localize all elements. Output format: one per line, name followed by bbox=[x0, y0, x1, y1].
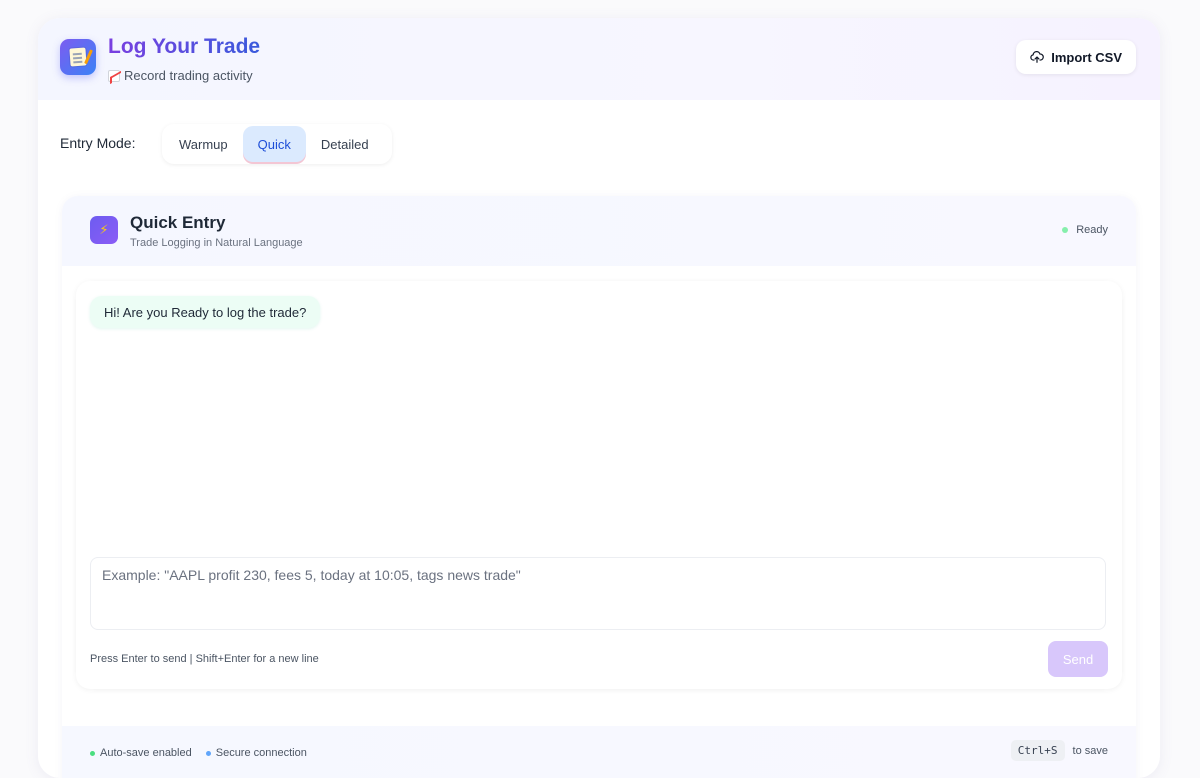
card-header: Log Your Trade Record trading activity I… bbox=[38, 18, 1160, 100]
shortcut-key: Ctrl+S bbox=[1010, 740, 1065, 761]
cloud-upload-icon bbox=[1030, 50, 1045, 63]
page-title: Log Your Trade bbox=[108, 35, 261, 58]
trade-log-card: Log Your Trade Record trading activity I… bbox=[38, 18, 1160, 778]
quick-entry-subtitle: Trade Logging in Natural Language bbox=[130, 237, 303, 249]
input-hint: Press Enter to send | Shift+Enter for a … bbox=[90, 653, 319, 665]
autosave-status: Auto-save enabled bbox=[90, 747, 192, 759]
chart-increasing-icon bbox=[108, 69, 120, 82]
page-subtitle: Record trading activity bbox=[108, 68, 253, 83]
shortcut-action: to save bbox=[1072, 744, 1108, 757]
memo-icon bbox=[60, 39, 96, 75]
import-csv-button[interactable]: Import CSV bbox=[1016, 40, 1136, 74]
status-text: Ready bbox=[1076, 224, 1108, 236]
lightning-icon: ⚡ bbox=[90, 216, 118, 244]
assistant-greeting-bubble: Hi! Are you Ready to log the trade? bbox=[90, 296, 321, 328]
quick-entry-title: Quick Entry bbox=[130, 213, 226, 232]
import-csv-label: Import CSV bbox=[1051, 49, 1122, 65]
mode-detailed-button[interactable]: Detailed bbox=[306, 126, 384, 162]
chat-area: Hi! Are you Ready to log the trade? Pres… bbox=[76, 281, 1122, 689]
send-button[interactable]: Send bbox=[1048, 641, 1108, 677]
autosave-dot-icon bbox=[90, 750, 95, 756]
quick-entry-footer: Auto-save enabled Secure connection Ctrl… bbox=[62, 726, 1136, 778]
page-subtitle-text: Record trading activity bbox=[124, 68, 253, 83]
trade-input[interactable] bbox=[90, 557, 1106, 630]
status-dot-icon bbox=[1062, 227, 1069, 233]
entry-mode-label: Entry Mode: bbox=[60, 135, 136, 151]
save-shortcut-hint: Ctrl+S to save bbox=[1010, 740, 1108, 761]
quick-entry-panel: ⚡ Quick Entry Trade Logging in Natural L… bbox=[62, 196, 1136, 778]
status-indicator: Ready bbox=[1062, 224, 1108, 236]
secure-text: Secure connection bbox=[215, 747, 307, 759]
quick-entry-header: ⚡ Quick Entry Trade Logging in Natural L… bbox=[62, 196, 1136, 266]
entry-mode-selector: Warmup Quick Detailed bbox=[162, 124, 392, 164]
footer-status: Auto-save enabled Secure connection bbox=[90, 747, 307, 759]
secure-dot-icon bbox=[205, 750, 211, 756]
mode-quick-button[interactable]: Quick bbox=[242, 126, 306, 162]
mode-warmup-button[interactable]: Warmup bbox=[164, 126, 243, 162]
secure-status: Secure connection bbox=[205, 747, 307, 759]
autosave-text: Auto-save enabled bbox=[100, 747, 192, 759]
